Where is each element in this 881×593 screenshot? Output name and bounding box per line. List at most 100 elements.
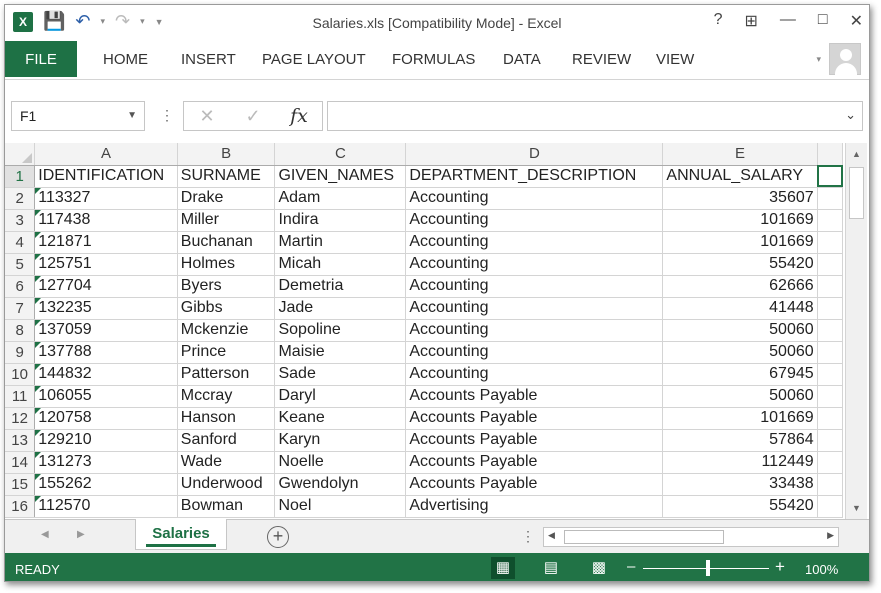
tab-formulas[interactable]: FORMULAS [392,51,475,68]
cell[interactable]: Martin [274,231,407,254]
cell[interactable]: Accounting [405,209,664,232]
cell[interactable] [817,473,843,496]
avatar[interactable] [829,43,861,75]
cell[interactable]: Keane [274,407,407,430]
horizontal-scrollbar[interactable]: ◀ ▶ [543,527,839,547]
cell[interactable]: 112449 [662,451,818,474]
cell[interactable]: 101669 [662,231,818,254]
cell[interactable] [817,253,843,276]
cell[interactable]: Accounts Payable [405,473,664,496]
zoom-level[interactable]: 100% [805,562,838,577]
name-box[interactable]: F1 ▼ [11,101,145,131]
page-layout-view-icon[interactable]: ▤ [539,557,563,579]
vertical-scroll-thumb[interactable] [849,167,864,219]
cell[interactable]: Accounts Payable [405,429,664,452]
cell[interactable]: Buchanan [177,231,276,254]
scroll-left-icon[interactable]: ◀ [548,530,555,541]
sheet-tab-salaries[interactable]: Salaries [135,519,227,550]
row-header[interactable]: 13 [5,429,36,452]
cell[interactable]: Accounting [405,253,664,276]
cell[interactable]: 137059 [34,319,178,342]
zoom-slider-thumb[interactable] [706,560,710,576]
scroll-right-icon[interactable]: ▶ [827,530,834,541]
scroll-down-icon[interactable]: ▼ [846,499,867,517]
column-header-a[interactable]: A [34,143,178,166]
tab-insert[interactable]: INSERT [181,51,236,68]
cell[interactable] [817,341,843,364]
row-header[interactable]: 2 [5,187,36,210]
column-header-d[interactable]: D [405,143,664,166]
column-header-e[interactable]: E [662,143,818,166]
column-title-cell[interactable]: DEPARTMENT_DESCRIPTION [405,165,664,188]
cell[interactable] [817,429,843,452]
cell[interactable]: 117438 [34,209,178,232]
row-header[interactable]: 11 [5,385,36,408]
cell[interactable]: Byers [177,275,276,298]
row-header[interactable]: 14 [5,451,36,474]
more-options-icon[interactable]: ⋮ [160,107,174,124]
row-header[interactable]: 5 [5,253,36,276]
cell[interactable]: Sanford [177,429,276,452]
cell[interactable]: Mckenzie [177,319,276,342]
cell[interactable]: Accounts Payable [405,407,664,430]
cell[interactable]: Noelle [274,451,407,474]
column-title-cell[interactable]: IDENTIFICATION [34,165,178,188]
help-icon[interactable]: ? [714,11,723,31]
row-header[interactable]: 16 [5,495,36,518]
cell[interactable]: 35607 [662,187,818,210]
cell[interactable]: 62666 [662,275,818,298]
cell[interactable]: 137788 [34,341,178,364]
ribbon-display-options-icon[interactable]: ⊞ [745,11,758,31]
cell[interactable]: 121871 [34,231,178,254]
cancel-icon[interactable]: ✕ [184,106,230,127]
cell[interactable]: Hanson [177,407,276,430]
cell[interactable]: Underwood [177,473,276,496]
cell[interactable] [817,165,843,188]
formula-input[interactable]: ⌄ [327,101,863,131]
cell[interactable]: Accounting [405,341,664,364]
cell[interactable]: 155262 [34,473,178,496]
tab-view[interactable]: VIEW [656,51,694,68]
column-header-c[interactable]: C [274,143,407,166]
cell[interactable]: Noel [274,495,407,518]
worksheet-grid[interactable]: A B C D E 1 IDENTIFICATION SURNAME GIVEN_NA… [5,143,843,519]
page-break-preview-icon[interactable]: ▩ [587,557,611,579]
cell[interactable]: 55420 [662,253,818,276]
row-header[interactable]: 8 [5,319,36,342]
row-header[interactable]: 9 [5,341,36,364]
tab-page-layout[interactable]: PAGE LAYOUT [262,51,366,68]
column-title-cell[interactable]: ANNUAL_SALARY [662,165,818,188]
cell[interactable]: 129210 [34,429,178,452]
cell[interactable]: 50060 [662,319,818,342]
cell[interactable]: Drake [177,187,276,210]
scroll-up-icon[interactable]: ▲ [846,145,867,163]
cell[interactable]: 144832 [34,363,178,386]
sheet-nav-prev-icon[interactable]: ◀ [41,529,49,540]
cell[interactable]: Accounting [405,363,664,386]
cell[interactable]: Maisie [274,341,407,364]
cell[interactable]: Indira [274,209,407,232]
cell[interactable]: Jade [274,297,407,320]
cell[interactable]: 101669 [662,407,818,430]
cell[interactable]: Bowman [177,495,276,518]
cell[interactable]: Accounts Payable [405,451,664,474]
cell[interactable]: 127704 [34,275,178,298]
column-title-cell[interactable]: SURNAME [177,165,276,188]
cell[interactable]: Accounting [405,319,664,342]
account-dropdown-icon[interactable]: ▾ [816,54,821,65]
enter-icon[interactable]: ✓ [230,106,276,127]
row-header[interactable]: 6 [5,275,36,298]
maximize-icon[interactable]: □ [818,11,828,31]
tab-data[interactable]: DATA [503,51,541,68]
cell[interactable]: Sade [274,363,407,386]
cell[interactable] [817,297,843,320]
cell[interactable]: Mccray [177,385,276,408]
tab-splitter-icon[interactable]: ⋮ [521,528,535,545]
select-all-corner[interactable] [5,143,36,166]
cell[interactable]: 50060 [662,341,818,364]
close-icon[interactable]: ✕ [850,11,863,31]
zoom-out-icon[interactable]: – [627,558,635,575]
cell[interactable]: 33438 [662,473,818,496]
minimize-icon[interactable]: — [780,11,796,31]
cell[interactable]: 50060 [662,385,818,408]
